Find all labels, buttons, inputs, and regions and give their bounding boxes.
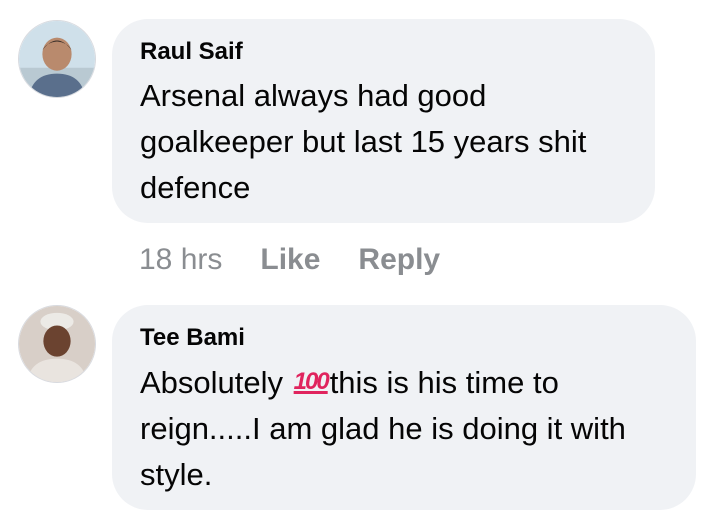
like-button[interactable]: Like <box>260 243 320 277</box>
avatar-tee-bami[interactable] <box>18 305 96 383</box>
reply-button[interactable]: Reply <box>358 243 440 277</box>
profile-photo-icon <box>19 21 95 97</box>
comment-actions: 18 hrs Like Reply <box>139 243 440 277</box>
hundred-points-emoji-icon: 100 <box>293 368 330 395</box>
comment-author[interactable]: Tee Bami <box>140 323 672 353</box>
comment-author[interactable]: Raul Saif <box>140 37 631 67</box>
comment-text: Arsenal always had good goalkeeper but l… <box>140 78 587 205</box>
comment-bubble: Tee Bami Absolutely 100this is his time … <box>112 305 696 510</box>
profile-photo-icon <box>19 306 95 382</box>
comment-bubble: Raul Saif Arsenal always had good goalke… <box>112 19 655 223</box>
avatar-raul-saif[interactable] <box>18 20 96 98</box>
comment-text: Absolutely 100this is his time to reign.… <box>140 359 672 498</box>
comment-text-before-emoji: Absolutely <box>140 365 292 400</box>
comment-timestamp[interactable]: 18 hrs <box>139 243 222 277</box>
